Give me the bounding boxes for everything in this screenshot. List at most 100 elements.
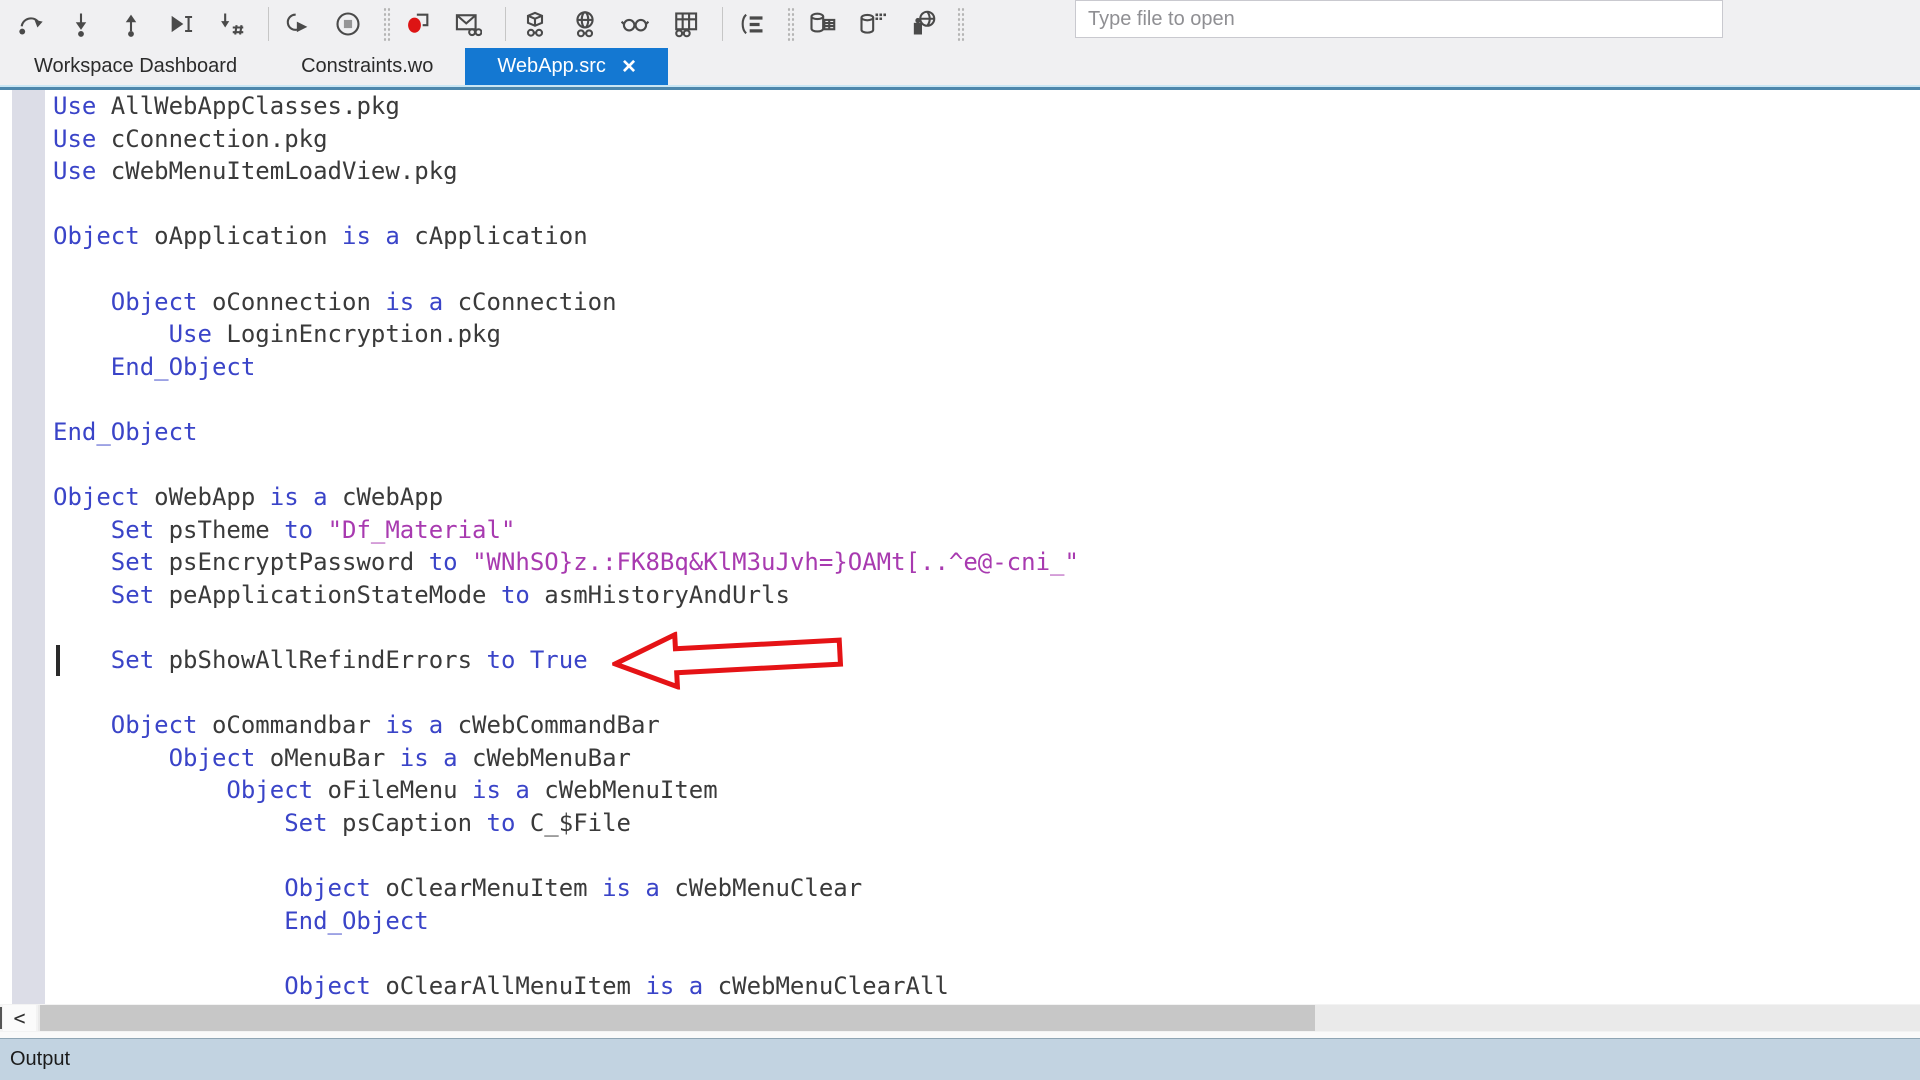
code-line[interactable]: Object oMenuBar is a cWebMenuBar [53, 742, 1920, 775]
code-line[interactable]: Use LoginEncryption.pkg [53, 318, 1920, 351]
keyword-token: to [429, 548, 458, 576]
run-to-cursor-icon[interactable] [164, 4, 198, 44]
code-token [53, 874, 284, 902]
tab-constraints-wo[interactable]: Constraints.wo [269, 48, 465, 85]
code-area[interactable]: Use AllWebAppClasses.pkgUse cConnection.… [53, 90, 1920, 1003]
tab-workspace-dashboard[interactable]: Workspace Dashboard [2, 48, 269, 85]
code-token: cWebMenuBar [458, 744, 631, 772]
code-token: AllWebAppClasses.pkg [96, 92, 399, 120]
tab-label: Workspace Dashboard [34, 55, 237, 78]
code-line[interactable]: Object oClearMenuItem is a cWebMenuClear [53, 872, 1920, 905]
step-over-icon[interactable] [14, 4, 48, 44]
web-database-icon[interactable] [905, 4, 939, 44]
keyword-token: Object [226, 776, 313, 804]
code-line[interactable] [53, 612, 1920, 645]
keyword-token: Set [111, 646, 154, 674]
inspect-object-icon[interactable] [518, 4, 552, 44]
toolbar-items [14, 4, 975, 44]
keyword-token: is a [385, 288, 443, 316]
keyword-token: Set [111, 548, 154, 576]
code-line[interactable]: Set peApplicationStateMode to asmHistory… [53, 579, 1920, 612]
keyword-token: Object [111, 711, 198, 739]
code-token [515, 646, 529, 674]
code-line[interactable]: Object oCommandbar is a cWebCommandBar [53, 709, 1920, 742]
keyword-token: End_Object [53, 418, 198, 446]
code-token [53, 288, 111, 316]
code-line[interactable]: Object oWebApp is a cWebApp [53, 481, 1920, 514]
code-line[interactable]: Object oConnection is a cConnection [53, 286, 1920, 319]
code-line[interactable]: Object oApplication is a cApplication [53, 220, 1920, 253]
browse-web-object-icon[interactable] [568, 4, 602, 44]
database-explorer-icon[interactable] [805, 4, 839, 44]
keyword-token: Object [284, 972, 371, 1000]
code-token: LoginEncryption.pkg [212, 320, 501, 348]
keyword-token: is a [602, 874, 660, 902]
code-token: oClearAllMenuItem [371, 972, 646, 1000]
run-icon[interactable] [281, 4, 315, 44]
code-line[interactable] [53, 253, 1920, 286]
code-line[interactable] [53, 937, 1920, 970]
code-token [53, 320, 169, 348]
code-editor[interactable]: Use AllWebAppClasses.pkgUse cConnection.… [0, 90, 1920, 1004]
file-open-input[interactable] [1075, 0, 1723, 38]
close-tab-icon[interactable]: × [622, 57, 636, 77]
code-line[interactable]: Use cWebMenuItemLoadView.pkg [53, 155, 1920, 188]
stop-debugging-icon[interactable] [331, 4, 365, 44]
output-panel-header[interactable]: Output [0, 1038, 1920, 1080]
keyword-token: to [487, 646, 516, 674]
keyword-token: is a [400, 744, 458, 772]
keyword-token: to [501, 581, 530, 609]
code-token: cWebMenuClear [660, 874, 862, 902]
mail-inspect-icon[interactable] [451, 4, 485, 44]
code-line[interactable] [53, 383, 1920, 416]
code-token [53, 907, 284, 935]
code-line[interactable]: End_Object [53, 416, 1920, 449]
keyword-token: Set [284, 809, 327, 837]
code-token: oClearMenuItem [371, 874, 602, 902]
find-icon[interactable] [618, 4, 652, 44]
debug-toolbar [0, 0, 1920, 48]
step-out-icon[interactable] [114, 4, 148, 44]
code-token [53, 353, 111, 381]
text-cursor [56, 645, 60, 676]
toolbar-drag-handle [787, 7, 795, 41]
tab-label: WebApp.src [497, 55, 606, 78]
code-token: cConnection.pkg [96, 125, 327, 153]
keyword-token: Use [53, 157, 96, 185]
code-line[interactable]: Set psTheme to "Df_Material" [53, 514, 1920, 547]
code-line[interactable]: Object oFileMenu is a cWebMenuItem [53, 774, 1920, 807]
step-to-line-icon[interactable] [214, 4, 248, 44]
keyword-token: is a [385, 711, 443, 739]
output-panel-title: Output [0, 1048, 70, 1071]
code-line[interactable]: End_Object [53, 905, 1920, 938]
keyword-token: Object [111, 288, 198, 316]
tab-label: Constraints.wo [301, 55, 433, 78]
code-line[interactable] [53, 840, 1920, 873]
horizontal-scrollbar[interactable]: < [0, 1004, 1920, 1032]
step-into-icon[interactable] [64, 4, 98, 44]
code-line[interactable]: Object oClearAllMenuItem is a cWebMenuCl… [53, 970, 1920, 1003]
code-line[interactable]: Use AllWebAppClasses.pkg [53, 90, 1920, 123]
tab-webapp-src[interactable]: WebApp.src × [465, 48, 668, 85]
code-line[interactable]: Set pbShowAllRefindErrors to True [53, 644, 1920, 677]
database-builder-icon[interactable] [855, 4, 889, 44]
code-line[interactable]: End_Object [53, 351, 1920, 384]
keyword-token: Use [169, 320, 212, 348]
dataflex-studio-window: { "toolbar": { "items": [ {"type":"icon"… [0, 0, 1920, 1080]
code-token: oFileMenu [313, 776, 472, 804]
scrollbar-thumb[interactable] [40, 1005, 1315, 1031]
keyword-token: End_Object [111, 353, 256, 381]
code-line[interactable] [53, 449, 1920, 482]
browse-table-icon[interactable] [668, 4, 702, 44]
code-line[interactable] [53, 677, 1920, 710]
toolbar-separator [268, 7, 269, 41]
code-line[interactable]: Set psEncryptPassword to "WNhSO}z.:FK8Bq… [53, 546, 1920, 579]
toggle-breakpoint-icon[interactable] [401, 4, 435, 44]
code-line[interactable]: Set psCaption to C_$File [53, 807, 1920, 840]
scrollbar-left-edge [0, 1007, 2, 1029]
code-line[interactable] [53, 188, 1920, 221]
scroll-left-button[interactable]: < [3, 1005, 36, 1031]
code-explorer-icon[interactable] [735, 4, 769, 44]
code-token: oMenuBar [255, 744, 400, 772]
code-line[interactable]: Use cConnection.pkg [53, 123, 1920, 156]
